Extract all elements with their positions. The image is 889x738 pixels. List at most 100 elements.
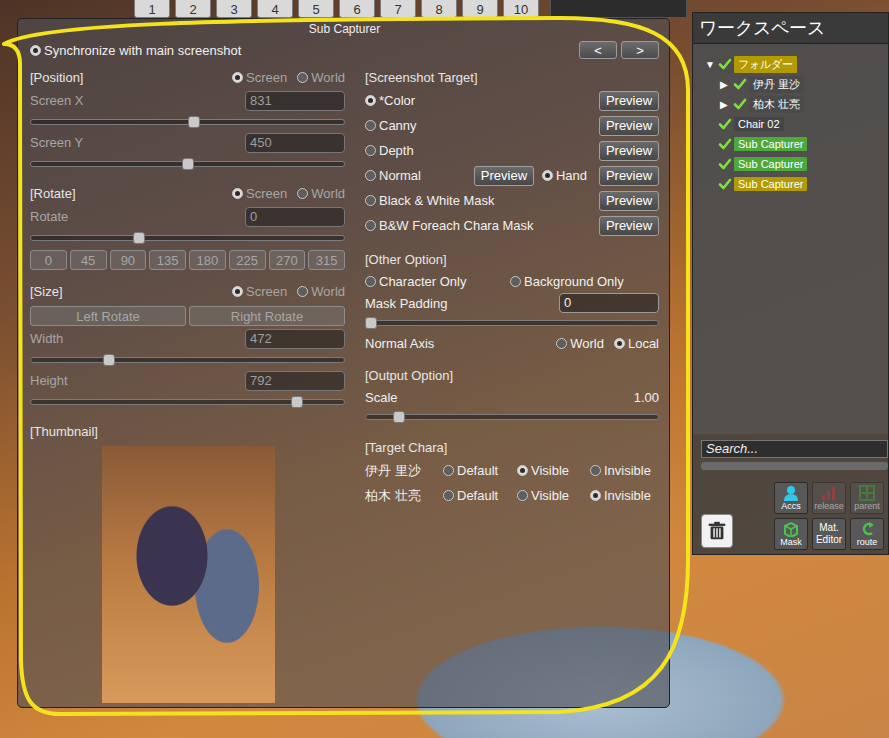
scene-slot-button[interactable]: 4 (257, 0, 293, 18)
visibility-radio[interactable]: Invisible (590, 488, 659, 503)
check-icon[interactable] (718, 177, 732, 191)
expander-icon[interactable]: ▶ (720, 79, 731, 90)
slider-thumb[interactable] (365, 317, 377, 329)
target-row: B&W Foreach Chara MaskPreview (365, 213, 659, 238)
nav-button[interactable]: > (621, 41, 659, 59)
expander-icon[interactable]: ▼ (705, 59, 716, 70)
delete-button[interactable] (701, 514, 733, 548)
slider-thumb[interactable] (188, 116, 200, 128)
tree-item[interactable]: ▶柏木 壮亮 (705, 94, 888, 114)
scope-radio: Screen (232, 186, 287, 201)
slider[interactable] (365, 314, 659, 332)
option-toggle[interactable]: Background Only (510, 274, 659, 289)
scene-slot-button[interactable]: 3 (216, 0, 252, 18)
tool-button[interactable]: Mat. Editor (812, 518, 846, 550)
slider-thumb[interactable] (291, 396, 303, 408)
axis-radio[interactable]: World (556, 336, 604, 351)
search-field[interactable]: Search... (701, 440, 888, 458)
visibility-radio[interactable]: Visible (517, 488, 590, 503)
target-row: CannyPreview (365, 113, 659, 138)
scope-radio: Screen (232, 284, 287, 299)
top-field[interactable] (550, 0, 687, 18)
target-toggle[interactable]: Normal (365, 168, 474, 183)
slider (30, 393, 345, 410)
scene-slot-button[interactable]: 5 (298, 0, 334, 18)
scene-slot-button[interactable]: 1 (134, 0, 170, 18)
scene-slot-button[interactable]: 10 (503, 0, 539, 18)
nav-button[interactable]: < (579, 41, 617, 59)
sync-toggle[interactable]: Synchronize with main screenshot (30, 43, 241, 58)
check-icon[interactable] (718, 157, 732, 171)
tree-item[interactable]: Sub Capturer (705, 154, 888, 174)
slider-thumb[interactable] (103, 354, 115, 366)
section-header: [Size]ScreenWorld (30, 280, 345, 302)
target-toggle[interactable]: Depth (365, 143, 599, 158)
target-toggle[interactable]: *Color (365, 93, 599, 108)
tool-button[interactable]: route (850, 518, 884, 550)
radio-icon (443, 465, 454, 476)
preset-button: 180 (189, 250, 226, 270)
tree-item[interactable]: Sub Capturer (705, 134, 888, 154)
slider-thumb[interactable] (133, 232, 145, 244)
scene-slot-button[interactable]: 6 (339, 0, 375, 18)
preview-button[interactable]: Preview (599, 141, 659, 161)
radio-icon (614, 338, 625, 349)
value-row: Screen X831 (30, 88, 345, 113)
check-icon[interactable] (718, 117, 732, 131)
target-toggle[interactable]: Black & White Mask (365, 193, 599, 208)
radio-icon (297, 286, 308, 297)
toggle-icon (365, 95, 376, 106)
section-header: [Output Option] (365, 364, 659, 386)
preview-button[interactable]: Preview (599, 166, 659, 186)
target-toggle[interactable]: B&W Foreach Chara Mask (365, 218, 599, 233)
visibility-radio[interactable]: Default (443, 488, 517, 503)
tool-button[interactable]: Accs (774, 482, 808, 514)
target-toggle[interactable]: Canny (365, 118, 599, 133)
sub-capturer-window[interactable]: Sub CapturerSynchronize with main screen… (17, 18, 670, 708)
slider (30, 155, 345, 172)
value-field: 472 (245, 329, 345, 349)
tree-item[interactable]: ▼フォルダー (705, 54, 888, 74)
toggle-icon (365, 195, 376, 206)
route-icon (857, 521, 877, 537)
target-row: *ColorPreview (365, 88, 659, 113)
slider[interactable] (365, 408, 659, 426)
scene-slot-button[interactable]: 7 (380, 0, 416, 18)
check-icon[interactable] (718, 137, 732, 151)
visibility-radio[interactable]: Visible (517, 463, 590, 478)
check-icon[interactable] (733, 77, 747, 91)
check-icon[interactable] (718, 57, 732, 71)
scrollbar[interactable] (701, 462, 888, 470)
tree-item[interactable]: Sub Capturer (705, 174, 888, 194)
scene-slot-button[interactable]: 9 (462, 0, 498, 18)
slider-thumb[interactable] (393, 411, 405, 423)
preview-button[interactable]: Preview (599, 91, 659, 111)
visibility-radio[interactable]: Invisible (590, 463, 659, 478)
expander-icon[interactable]: ▶ (720, 99, 731, 110)
radio-icon (232, 286, 243, 297)
preview-button[interactable]: Preview (599, 116, 659, 136)
radio-icon (590, 465, 601, 476)
option-toggle[interactable]: Character Only (365, 274, 510, 289)
tool-button[interactable]: Mask (774, 518, 808, 550)
value-field[interactable]: 0 (559, 293, 659, 313)
preview-button[interactable]: Preview (599, 191, 659, 211)
options-column: [Screenshot Target]*ColorPreviewCannyPre… (365, 66, 659, 703)
hand-toggle[interactable]: Hand (542, 168, 587, 183)
preview-button[interactable]: Preview (599, 216, 659, 236)
axis-radio[interactable]: Local (614, 336, 659, 351)
scene-slot-button[interactable]: 8 (421, 0, 457, 18)
preview-button[interactable]: Preview (474, 166, 534, 186)
check-icon[interactable] (733, 97, 747, 111)
scope-radio: World (297, 284, 345, 299)
preset-button: 315 (308, 250, 345, 270)
tree-item[interactable]: ▶伊丹 里沙 (705, 74, 888, 94)
visibility-radio[interactable]: Default (443, 463, 517, 478)
workspace-title: ワークスペース (693, 13, 888, 44)
mask-icon (781, 521, 801, 537)
annotation-outline (0, 0, 889, 738)
tree-item[interactable]: Chair 02 (705, 114, 888, 134)
slider-thumb[interactable] (182, 158, 194, 170)
preset-button: 270 (269, 250, 306, 270)
scene-slot-button[interactable]: 2 (175, 0, 211, 18)
